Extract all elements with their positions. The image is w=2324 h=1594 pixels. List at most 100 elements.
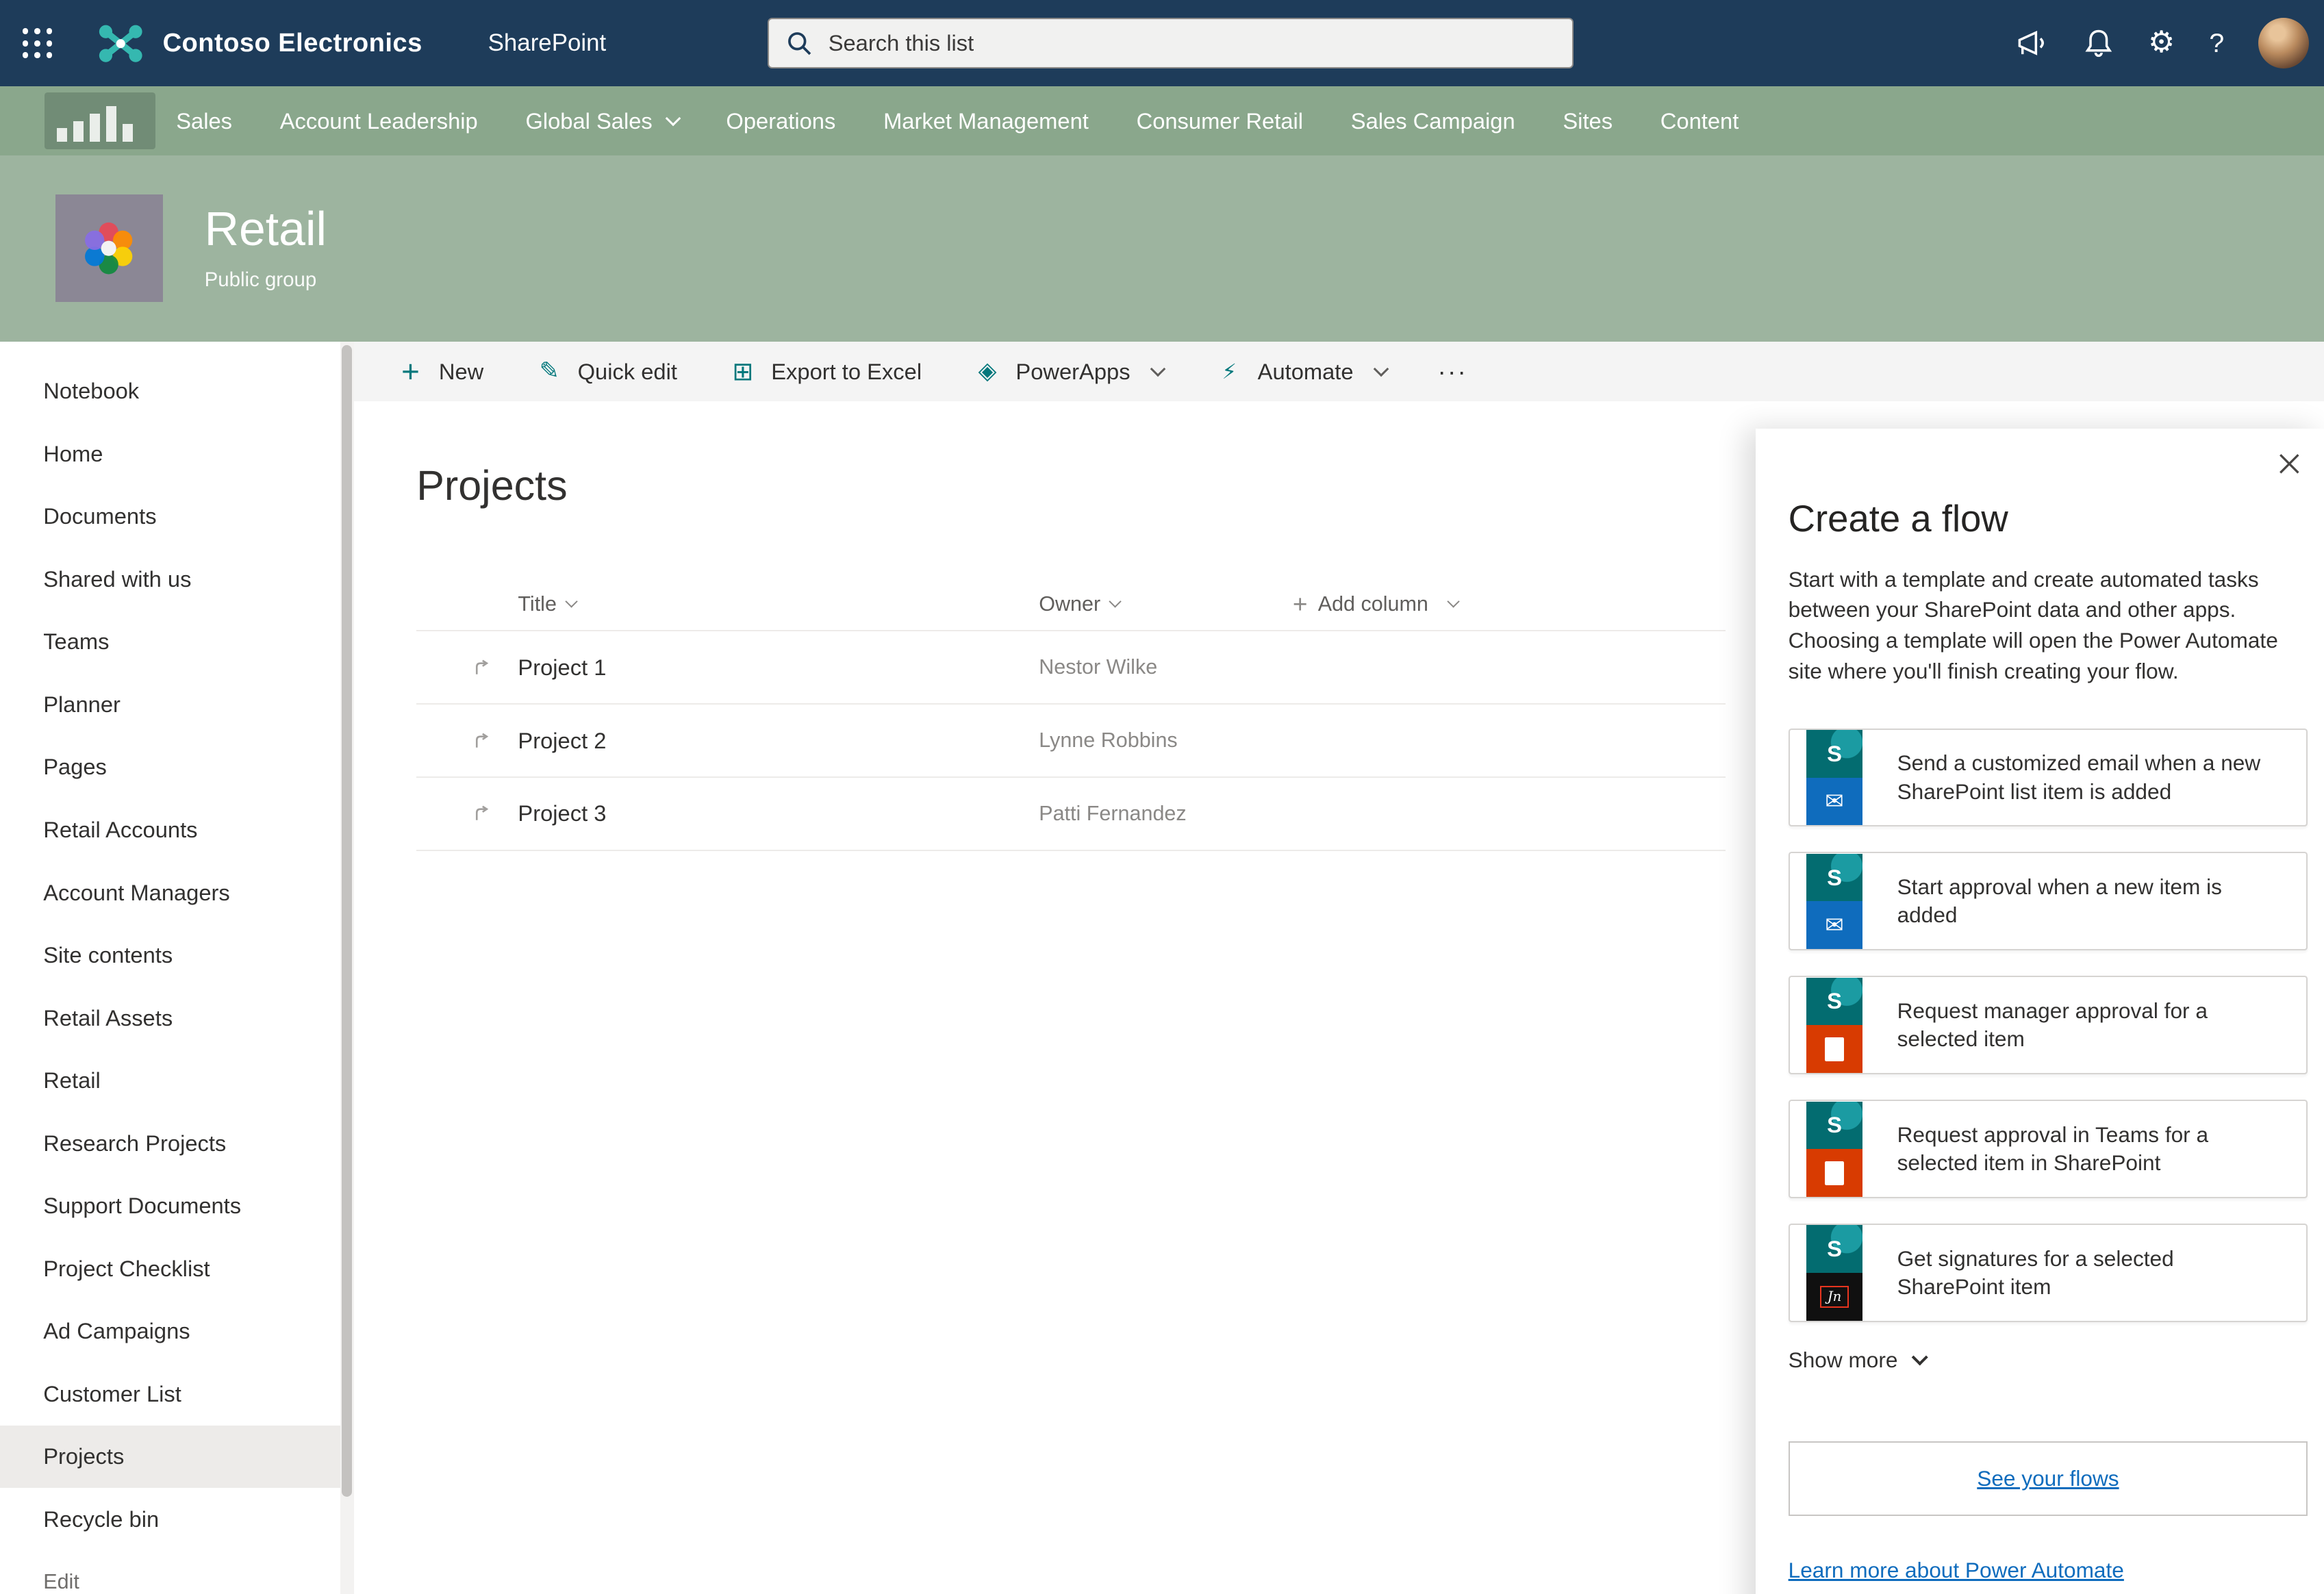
sidebar-item[interactable]: Research Projects bbox=[0, 1112, 340, 1175]
see-your-flows-link[interactable]: See your flows bbox=[1977, 1466, 2119, 1491]
sidebar-item-label: Documents bbox=[43, 503, 157, 529]
brand-name: Contoso Electronics bbox=[162, 28, 422, 58]
table-row[interactable]: Project 1 Nestor Wilke bbox=[416, 631, 1726, 705]
sidebar-item-label: Ad Campaigns bbox=[43, 1318, 190, 1344]
flow-template-text: Send a customized email when a new Share… bbox=[1897, 750, 2261, 804]
table-row[interactable]: Project 3 Patti Fernandez bbox=[416, 778, 1726, 851]
sidebar-item[interactable]: Planner bbox=[0, 673, 340, 736]
top-bar: Contoso Electronics SharePoint Search th… bbox=[0, 0, 2324, 87]
hub-nav-label: Account Leadership bbox=[279, 107, 478, 134]
sharepoint-icon bbox=[1806, 1101, 1863, 1150]
sidebar-item-label: Teams bbox=[43, 629, 110, 655]
flow-template-card[interactable]: Get signatures for a selected SharePoint… bbox=[1788, 1224, 2308, 1323]
flow-template-card[interactable]: Send a customized email when a new Share… bbox=[1788, 728, 2308, 827]
sidebar-item[interactable]: Account Managers bbox=[0, 861, 340, 924]
sidebar-item-label: Notebook bbox=[43, 378, 140, 404]
see-your-flows-box: See your flows bbox=[1788, 1441, 2308, 1517]
hub-nav-item[interactable]: Sales Campaign bbox=[1351, 108, 1515, 134]
command-overflow-button[interactable]: ··· bbox=[1437, 357, 1467, 386]
sidebar-item[interactable]: Documents bbox=[0, 485, 340, 548]
column-header-owner[interactable]: Owner bbox=[1039, 592, 1293, 616]
sidebar-item[interactable]: Edit bbox=[0, 1551, 340, 1594]
sidebar-item-label: Shared with us bbox=[43, 566, 192, 592]
command-bar-button[interactable]: PowerApps bbox=[972, 359, 1163, 385]
hub-nav-item[interactable]: Sites bbox=[1563, 108, 1613, 134]
account-avatar[interactable] bbox=[2258, 18, 2310, 69]
search-input[interactable] bbox=[825, 29, 1554, 58]
command-icon bbox=[1214, 362, 1244, 383]
app-icon bbox=[1806, 1273, 1863, 1321]
command-label: New bbox=[438, 358, 484, 384]
open-item-arrow-icon bbox=[416, 805, 518, 822]
hub-nav-item[interactable]: Sales bbox=[176, 108, 232, 134]
chevron-down-icon bbox=[1911, 1348, 1929, 1366]
flow-template-card[interactable]: Request manager approval for a selected … bbox=[1788, 976, 2308, 1075]
sidebar-item-label: Research Projects bbox=[43, 1130, 227, 1156]
command-bar-button[interactable]: Export to Excel bbox=[728, 359, 922, 385]
hub-nav-list: Sales Account Leadership Global Sales Op… bbox=[176, 108, 1739, 134]
sidebar-item[interactable]: Notebook bbox=[0, 359, 340, 422]
sidebar-item[interactable]: Retail bbox=[0, 1049, 340, 1112]
sidebar-scrollbar[interactable] bbox=[340, 342, 354, 1594]
sidebar-item[interactable]: Support Documents bbox=[0, 1174, 340, 1237]
hub-nav-label: Content bbox=[1660, 107, 1739, 134]
sidebar-item[interactable]: Ad Campaigns bbox=[0, 1300, 340, 1363]
sidebar-item[interactable]: Teams bbox=[0, 611, 340, 674]
megaphone-icon[interactable] bbox=[2017, 28, 2049, 58]
help-icon[interactable]: ? bbox=[2209, 28, 2224, 59]
sidebar-item[interactable]: Shared with us bbox=[0, 548, 340, 611]
add-column-button[interactable]: + Add column bbox=[1293, 591, 1461, 617]
list-table: Title Owner + Add column Project 1 Nesto… bbox=[416, 578, 1726, 851]
command-bar-button[interactable]: Automate bbox=[1214, 359, 1387, 385]
flow-template-text: Start approval when a new item is added bbox=[1897, 874, 2222, 928]
bell-icon[interactable] bbox=[2084, 27, 2114, 59]
flow-template-card[interactable]: Start approval when a new item is added bbox=[1788, 852, 2308, 951]
sidebar-item[interactable]: Retail Assets bbox=[0, 987, 340, 1050]
sidebar-item-label: Retail Accounts bbox=[43, 816, 198, 842]
site-header: Retail Public group bbox=[0, 155, 2324, 342]
sidebar-item[interactable]: Projects bbox=[0, 1425, 341, 1489]
sidebar-item-label: Retail Assets bbox=[43, 1004, 173, 1030]
table-row[interactable]: Project 2 Lynne Robbins bbox=[416, 705, 1726, 778]
gear-icon[interactable]: ⚙ bbox=[2148, 28, 2175, 58]
flow-template-card[interactable]: Request approval in Teams for a selected… bbox=[1788, 1100, 2308, 1199]
command-label: Export to Excel bbox=[771, 358, 922, 384]
sidebar-item[interactable]: Project Checklist bbox=[0, 1237, 340, 1300]
sidebar-item[interactable]: Retail Accounts bbox=[0, 798, 340, 861]
sidebar-item[interactable]: Pages bbox=[0, 736, 340, 799]
command-bar-button[interactable]: Quick edit bbox=[534, 359, 677, 385]
hub-nav-item[interactable]: Content bbox=[1660, 108, 1739, 134]
hub-nav-item[interactable]: Market Management bbox=[883, 108, 1089, 134]
sharepoint-icon bbox=[1806, 729, 1863, 778]
flow-template-text: Get signatures for a selected SharePoint… bbox=[1897, 1245, 2174, 1300]
add-column-label: Add column bbox=[1317, 592, 1428, 616]
site-name: Retail bbox=[204, 202, 327, 256]
sidebar-item-label: Support Documents bbox=[43, 1193, 242, 1219]
search-box[interactable] bbox=[767, 18, 1574, 69]
sidebar-item[interactable]: Recycle bin bbox=[0, 1488, 340, 1551]
sidebar-item-label: Customer List bbox=[43, 1380, 181, 1406]
sidebar-item[interactable]: Site contents bbox=[0, 924, 340, 987]
sidebar-item-label: Site contents bbox=[43, 942, 173, 968]
card-icon-stack bbox=[1790, 1101, 1880, 1198]
hub-nav-item[interactable]: Global Sales bbox=[525, 108, 678, 134]
hub-nav-bar: Sales Account Leadership Global Sales Op… bbox=[0, 86, 2324, 155]
column-header-title[interactable]: Title bbox=[518, 592, 1039, 616]
sidebar-item[interactable]: Home bbox=[0, 422, 340, 485]
command-bar-button[interactable]: New bbox=[396, 356, 484, 388]
row-owner-cell: Patti Fernandez bbox=[1039, 801, 1187, 825]
sidebar-item-label: Pages bbox=[43, 754, 107, 780]
app-launcher-waffle-icon[interactable] bbox=[22, 28, 53, 59]
create-flow-panel: Create a flow Start with a template and … bbox=[1755, 428, 2324, 1594]
hub-nav-item[interactable]: Operations bbox=[726, 108, 835, 134]
hub-nav-item[interactable]: Account Leadership bbox=[280, 108, 478, 134]
learn-more-link[interactable]: Learn more about Power Automate bbox=[1789, 1558, 2124, 1583]
search-icon bbox=[787, 31, 812, 56]
scrollbar-thumb[interactable] bbox=[342, 344, 353, 1497]
show-more-button[interactable]: Show more bbox=[1789, 1348, 1929, 1373]
command-icon bbox=[534, 359, 564, 383]
hub-nav-item[interactable]: Consumer Retail bbox=[1137, 108, 1303, 134]
close-icon[interactable] bbox=[2278, 453, 2301, 475]
sidebar-item[interactable]: Customer List bbox=[0, 1363, 340, 1426]
column-title-label: Title bbox=[518, 592, 557, 616]
